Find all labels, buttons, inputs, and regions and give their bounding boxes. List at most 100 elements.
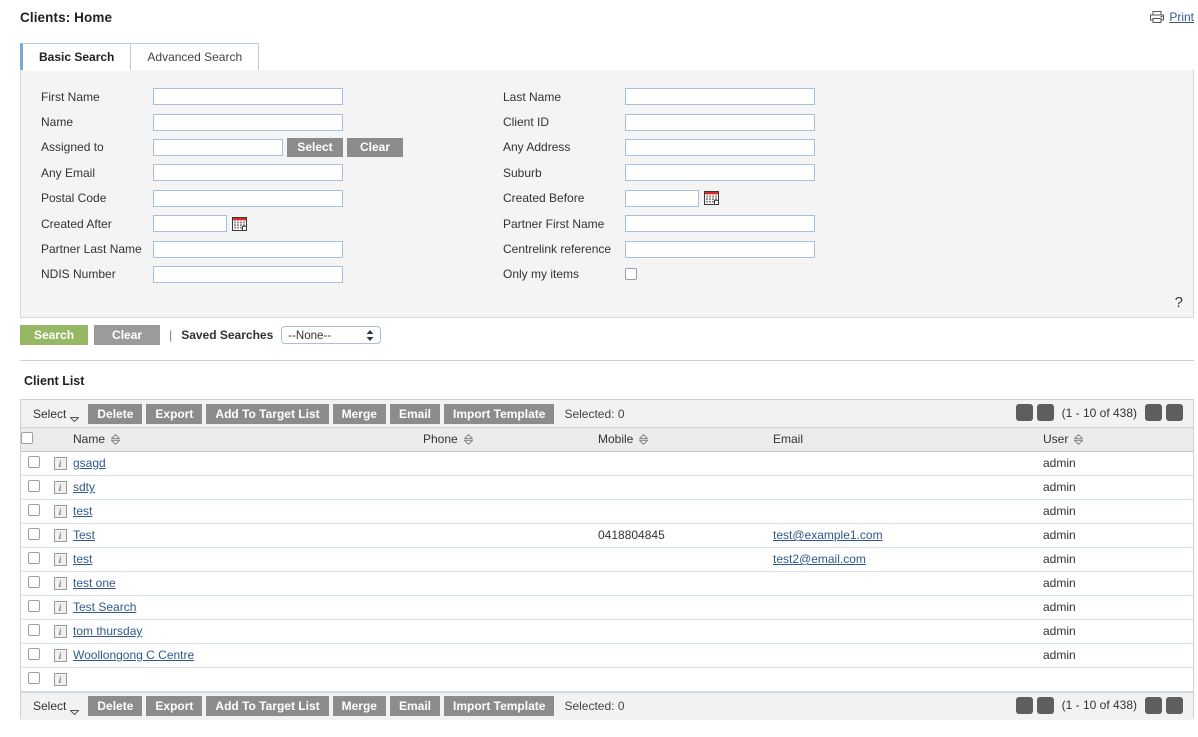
- info-icon[interactable]: i: [54, 601, 67, 614]
- last-page-button-bottom[interactable]: [1166, 697, 1183, 714]
- export-button-bottom[interactable]: Export: [146, 696, 202, 716]
- info-icon[interactable]: i: [54, 457, 67, 470]
- column-header-phone[interactable]: Phone: [423, 428, 598, 451]
- saved-searches-select[interactable]: --None--: [281, 326, 381, 344]
- column-header-mobile[interactable]: Mobile: [598, 428, 773, 451]
- cell-name-link[interactable]: Woollongong C Centre: [73, 648, 194, 662]
- search-button[interactable]: Search: [20, 325, 88, 345]
- info-icon[interactable]: i: [54, 673, 67, 686]
- info-icon[interactable]: i: [54, 481, 67, 494]
- cell-name-link[interactable]: tom thursday: [73, 624, 142, 638]
- cell-email-link[interactable]: test2@email.com: [773, 552, 866, 566]
- last-name-input[interactable]: [625, 88, 815, 105]
- info-icon[interactable]: i: [54, 577, 67, 590]
- sort-icon[interactable]: [1074, 434, 1083, 445]
- only-my-items-checkbox[interactable]: [625, 268, 637, 280]
- column-header-email[interactable]: Email: [773, 428, 1043, 451]
- sort-icon[interactable]: [111, 434, 120, 445]
- merge-button-top[interactable]: Merge: [333, 404, 386, 424]
- select-all-checkbox[interactable]: [21, 432, 33, 444]
- assigned-to-clear-button[interactable]: Clear: [347, 138, 403, 157]
- last-page-button-top[interactable]: [1166, 404, 1183, 421]
- delete-button-top[interactable]: Delete: [88, 404, 142, 424]
- cell-name-link[interactable]: test: [73, 504, 92, 518]
- partner-last-name-input[interactable]: [153, 241, 343, 258]
- add-to-target-list-button-bottom[interactable]: Add To Target List: [206, 696, 328, 716]
- any-email-input[interactable]: [153, 164, 343, 181]
- cell-name-link[interactable]: gsagd: [73, 456, 106, 470]
- info-icon[interactable]: i: [54, 529, 67, 542]
- import-template-button-bottom[interactable]: Import Template: [444, 696, 554, 716]
- first-page-button-top[interactable]: [1016, 404, 1033, 421]
- sort-icon[interactable]: [639, 434, 648, 445]
- import-template-button-top[interactable]: Import Template: [444, 404, 554, 424]
- previous-page-button-top[interactable]: [1037, 404, 1054, 421]
- email-button-top[interactable]: Email: [390, 404, 440, 424]
- field-label: Centrelink reference: [503, 242, 625, 256]
- calendar-icon[interactable]: [704, 191, 719, 205]
- postal-code-input[interactable]: [153, 190, 343, 207]
- created-after-input[interactable]: [153, 215, 227, 232]
- info-icon[interactable]: i: [54, 553, 67, 566]
- row-checkbox[interactable]: [28, 528, 40, 540]
- cell-email: [773, 595, 1043, 619]
- field-assigned-to: Assigned to Select Clear: [41, 135, 403, 160]
- add-to-target-list-button-top[interactable]: Add To Target List: [206, 404, 328, 424]
- row-checkbox[interactable]: [28, 576, 40, 588]
- ndis-number-input[interactable]: [153, 266, 343, 283]
- previous-page-button-bottom[interactable]: [1037, 697, 1054, 714]
- tab-advanced-search[interactable]: Advanced Search: [130, 43, 259, 70]
- row-checkbox[interactable]: [28, 672, 40, 684]
- suburb-input[interactable]: [625, 164, 815, 181]
- name-input[interactable]: [153, 114, 343, 131]
- row-checkbox[interactable]: [28, 648, 40, 660]
- row-checkbox[interactable]: [28, 456, 40, 468]
- info-icon[interactable]: i: [54, 505, 67, 518]
- info-icon[interactable]: i: [54, 625, 67, 638]
- partner-first-name-input[interactable]: [625, 215, 815, 232]
- column-header-name[interactable]: Name: [73, 428, 423, 451]
- merge-button-bottom[interactable]: Merge: [333, 696, 386, 716]
- email-button-bottom[interactable]: Email: [390, 696, 440, 716]
- info-icon[interactable]: i: [54, 649, 67, 662]
- tab-basic-search[interactable]: Basic Search: [20, 43, 131, 70]
- basic-search-panel: First Name Name Assigned to Select Clear…: [20, 70, 1194, 318]
- cell-name-link[interactable]: Test Search: [73, 600, 136, 614]
- assigned-to-select-button[interactable]: Select: [287, 138, 343, 157]
- row-checkbox[interactable]: [28, 600, 40, 612]
- delete-button-bottom[interactable]: Delete: [88, 696, 142, 716]
- client-table: Name Phone: [21, 428, 1193, 692]
- created-before-input[interactable]: [625, 190, 699, 207]
- cell-email-link[interactable]: test@example1.com: [773, 528, 883, 542]
- clear-button[interactable]: Clear: [94, 325, 160, 345]
- next-page-button-top[interactable]: [1145, 404, 1162, 421]
- sort-icon[interactable]: [464, 434, 473, 445]
- search-action-bar: Search Clear | Saved Searches --None--: [20, 324, 1194, 346]
- cell-name-link[interactable]: test one: [73, 576, 116, 590]
- cell-name-link[interactable]: sdty: [73, 480, 95, 494]
- next-page-button-bottom[interactable]: [1145, 697, 1162, 714]
- cell-name-link[interactable]: test: [73, 552, 92, 566]
- row-checkbox[interactable]: [28, 552, 40, 564]
- saved-searches-value: --None--: [288, 328, 331, 344]
- column-header-user[interactable]: User: [1043, 428, 1193, 451]
- first-page-button-bottom[interactable]: [1016, 697, 1033, 714]
- row-checkbox[interactable]: [28, 480, 40, 492]
- client-id-input[interactable]: [625, 114, 815, 131]
- first-name-input[interactable]: [153, 88, 343, 105]
- select-dropdown-bottom[interactable]: Select: [33, 699, 79, 713]
- any-address-input[interactable]: [625, 139, 815, 156]
- client-list-toolbar-bottom: Select Delete Export Add To Target List …: [21, 692, 1193, 720]
- cell-name: test: [73, 547, 423, 571]
- calendar-icon[interactable]: [232, 217, 247, 231]
- row-checkbox[interactable]: [28, 504, 40, 516]
- assigned-to-input[interactable]: [153, 139, 283, 156]
- print-link[interactable]: Print: [1169, 10, 1194, 24]
- cell-name-link[interactable]: Test: [73, 528, 95, 542]
- row-checkbox[interactable]: [28, 624, 40, 636]
- select-dropdown-top[interactable]: Select: [33, 407, 79, 421]
- help-icon[interactable]: ?: [1175, 294, 1183, 311]
- centrelink-reference-input[interactable]: [625, 241, 815, 258]
- print-action[interactable]: Print: [1150, 10, 1194, 24]
- export-button-top[interactable]: Export: [146, 404, 202, 424]
